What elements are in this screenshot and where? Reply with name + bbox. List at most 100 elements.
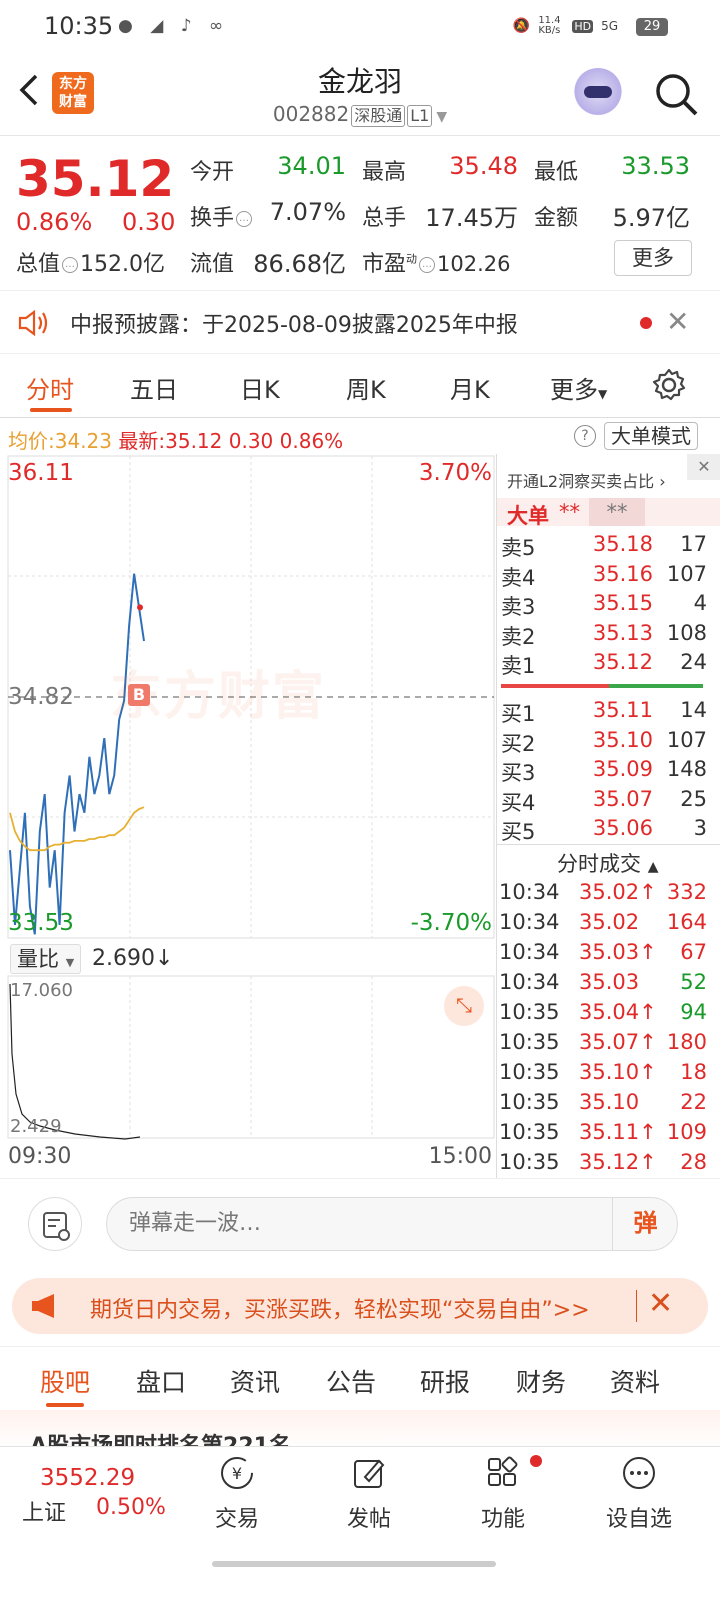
bid-volume: 107: [666, 727, 707, 752]
svg-text:¥: ¥: [232, 1464, 242, 1483]
price-line: [9, 573, 145, 935]
tab-five-day[interactable]: 五日: [130, 370, 178, 405]
tab-monthly-k[interactable]: 月K: [450, 370, 490, 405]
turnover-label: 换手…: [190, 200, 254, 232]
latest-change: 0.30: [228, 429, 274, 453]
search-icon[interactable]: [652, 70, 700, 118]
amount-value: 5.97亿: [612, 204, 690, 232]
danmu-send-button[interactable]: 弹: [612, 1197, 678, 1251]
nav-functions[interactable]: 功能: [458, 1453, 548, 1533]
info-icon[interactable]: …: [62, 257, 79, 273]
trade-time: 10:34: [499, 940, 560, 964]
badge-dot: [530, 1455, 542, 1467]
trade-row: 10:35 35.07↑ 180: [497, 1030, 720, 1060]
bid-ratio-bar: [609, 684, 703, 688]
big-order-value-1: **: [559, 500, 580, 524]
speaker-icon: [18, 309, 48, 337]
nav-trade[interactable]: ¥ 交易: [192, 1453, 282, 1533]
active-tab-indicator: [30, 408, 72, 412]
more-button[interactable]: 更多: [614, 240, 692, 276]
assistant-robot-icon[interactable]: [572, 68, 624, 120]
pct-bottom-label: -3.70%: [410, 910, 492, 936]
bid-label: 买2: [501, 731, 536, 756]
battery-icon: 29: [636, 18, 668, 36]
trade-time: 10:35: [499, 1090, 560, 1114]
danmu-input[interactable]: 弹幕走一波…: [106, 1197, 678, 1251]
trade-row: 10:35 35.11↑ 109: [497, 1120, 720, 1150]
status-bar: 10:35 ● ◢ ♪ ∞ 🔕 11.4 KB/s HD 5G 29: [0, 0, 720, 52]
big-order-mode-button[interactable]: 大单模式: [604, 422, 698, 450]
notification-icons: ● ◢ ♪ ∞: [118, 16, 230, 36]
buy-marker[interactable]: B: [128, 684, 150, 706]
book-row: 买1 35.11 14: [497, 698, 720, 728]
avg-price: 均价:34.23 最新:35.12 0.30 0.86%: [8, 425, 343, 454]
ad-banner[interactable]: 期货日内交易，买涨买跌，轻松实现“交易自由”>> ✕: [12, 1278, 708, 1334]
close-icon[interactable]: ✕: [648, 1286, 673, 1321]
book-row: 买2 35.10 107: [497, 728, 720, 758]
trade-row: 10:34 35.02↑ 332: [497, 880, 720, 910]
tab-research[interactable]: 研报: [420, 1363, 470, 1399]
tab-news[interactable]: 资讯: [230, 1363, 280, 1399]
tab-intraday[interactable]: 分时: [26, 370, 74, 405]
nav-post[interactable]: 发帖: [324, 1453, 414, 1533]
trade-volume: 164: [666, 910, 707, 934]
trade-price: 35.07↑: [579, 1030, 657, 1054]
ranking-peek[interactable]: A股市场即时排名第221名: [0, 1410, 720, 1450]
open-value: 34.01: [277, 152, 346, 180]
close-icon[interactable]: ✕: [687, 454, 720, 480]
trade-icon: ¥: [221, 1457, 253, 1489]
l2-link[interactable]: 开通L2洞察买卖占比 ›: [507, 468, 666, 492]
tab-pankou[interactable]: 盘口: [136, 1363, 186, 1399]
latest-label: 最新:: [118, 429, 166, 453]
gear-icon[interactable]: [652, 368, 686, 402]
chart-svg: [7, 455, 495, 1140]
low-value: 33.53: [621, 152, 690, 180]
bid-label: 买4: [501, 790, 536, 815]
divider: [497, 844, 720, 845]
trade-volume: 94: [680, 1000, 707, 1024]
danmu-bar: 弹幕走一波… 弹: [0, 1178, 720, 1274]
tab-profile[interactable]: 资料: [610, 1363, 660, 1399]
tab-guba[interactable]: 股吧: [40, 1363, 90, 1399]
close-icon[interactable]: ✕: [666, 305, 689, 338]
trades-title[interactable]: 分时成交 ▲: [557, 848, 658, 878]
trade-volume: 332: [666, 880, 707, 904]
turnover-value: 7.07%: [269, 198, 346, 226]
pct-top-label: 3.70%: [418, 460, 492, 486]
trade-time: 10:34: [499, 910, 560, 934]
dropdown-icon: ▼: [436, 109, 448, 125]
tab-announcements[interactable]: 公告: [326, 1363, 376, 1399]
book-row: 卖2 35.13 108: [497, 621, 720, 651]
tab-more-label: 更多: [550, 376, 598, 404]
active-tab-indicator: [46, 1403, 84, 1407]
nav-watchlist[interactable]: 设自选: [594, 1453, 684, 1533]
volume-ratio-selector[interactable]: 量比 ▼: [10, 944, 82, 974]
low-label: 最低: [534, 160, 579, 185]
latest-value: 35.12: [165, 429, 223, 453]
current-price: 35.12: [16, 150, 175, 208]
notice-bar[interactable]: 中报预披露：于2025-08-09披露2025年中报 ✕: [0, 290, 720, 354]
nav-functions-label: 功能: [480, 1507, 525, 1532]
trade-row: 10:35 35.10↑ 18: [497, 1060, 720, 1090]
tab-more[interactable]: 更多▼: [550, 370, 607, 405]
mute-icon: 🔕: [512, 18, 531, 34]
tab-weekly-k[interactable]: 周K: [346, 370, 386, 405]
trade-volume: 28: [680, 1150, 707, 1174]
ask-price: 35.13: [592, 620, 653, 645]
trade-time: 10:35: [499, 1030, 560, 1054]
danmu-settings-icon[interactable]: [28, 1197, 82, 1251]
stock-code: 002882: [272, 102, 350, 126]
trade-volume: 67: [680, 940, 707, 964]
intraday-chart[interactable]: 东方财富 B 36.11 3.70% 34.82 33.53 -3.70% 量比…: [0, 454, 496, 1178]
connect-tag: 深股通: [351, 105, 406, 127]
avg-price-bar: 均价:34.23 最新:35.12 0.30 0.86% ? 大单模式: [0, 420, 720, 454]
tab-finance[interactable]: 财务: [516, 1363, 566, 1399]
open-label: 今开: [190, 160, 235, 185]
trade-price: 35.02: [579, 910, 640, 934]
content-tabs: 股吧 盘口 资讯 公告 研报 财务 资料: [0, 1346, 720, 1408]
expand-icon[interactable]: ⤡: [444, 986, 484, 1026]
help-icon[interactable]: ?: [574, 425, 596, 447]
bid-volume: 148: [666, 757, 707, 781]
tab-daily-k[interactable]: 日K: [240, 370, 280, 405]
info-icon[interactable]: …: [419, 257, 436, 273]
